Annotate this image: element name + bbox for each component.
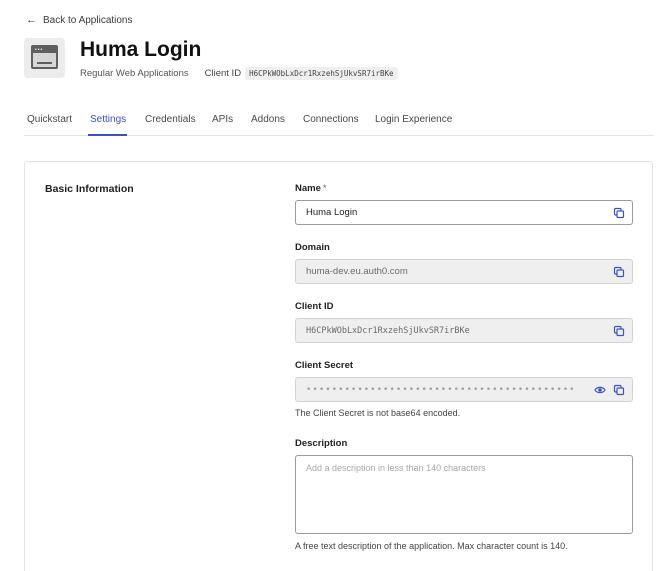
- eye-icon[interactable]: [594, 384, 606, 396]
- name-label-text: Name: [295, 183, 321, 194]
- copy-icon[interactable]: [613, 207, 625, 219]
- tab-connections[interactable]: Connections: [303, 114, 359, 125]
- tab-addons[interactable]: Addons: [251, 114, 285, 125]
- tab-credentials[interactable]: Credentials: [145, 114, 196, 125]
- tab-quickstart[interactable]: Quickstart: [27, 114, 72, 125]
- name-field[interactable]: Huma Login: [295, 200, 633, 225]
- client-secret-field[interactable]: ••••••••••••••••••••••••••••••••••••••••…: [295, 377, 633, 402]
- required-mark: *: [322, 183, 327, 194]
- section-title: Basic Information: [45, 183, 134, 195]
- client-id-label: Client ID: [204, 68, 242, 79]
- client-id-field-label: Client ID: [295, 301, 334, 312]
- client-secret-masked: ••••••••••••••••••••••••••••••••••••••••…: [306, 384, 576, 395]
- client-secret-label: Client Secret: [295, 360, 354, 371]
- client-id-value: H6CPkWObLxDcr1RxzehSjUkvSR7irBKe: [306, 325, 470, 336]
- copy-icon[interactable]: [613, 266, 625, 278]
- client-secret-note: The Client Secret is not base64 encoded.: [295, 408, 461, 418]
- app-type: Regular Web Applications: [80, 68, 189, 79]
- domain-field[interactable]: huma-dev.eu.auth0.com: [295, 259, 633, 284]
- copy-icon[interactable]: [613, 384, 625, 396]
- tab-login-experience[interactable]: Login Experience: [375, 114, 452, 125]
- name-value: Huma Login: [306, 207, 358, 218]
- back-link-label: Back to Applications: [43, 14, 133, 26]
- page-title: Huma Login: [80, 38, 202, 61]
- description-input[interactable]: [295, 455, 633, 534]
- domain-value: huma-dev.eu.auth0.com: [306, 266, 408, 277]
- active-tab-indicator: [88, 134, 127, 136]
- name-label: Name *: [295, 183, 327, 194]
- domain-label: Domain: [295, 242, 330, 253]
- copy-icon[interactable]: [613, 325, 625, 337]
- tab-bar: Quickstart Settings Credentials APIs Add…: [24, 106, 654, 136]
- application-window-icon: •••: [24, 38, 65, 78]
- back-to-applications-link[interactable]: ← Back to Applications: [26, 14, 133, 26]
- client-id-field[interactable]: H6CPkWObLxDcr1RxzehSjUkvSR7irBKe: [295, 318, 633, 343]
- description-help: A free text description of the applicati…: [295, 541, 568, 551]
- arrow-left-icon: ←: [26, 14, 37, 26]
- app-meta: Regular Web Applications Client ID H6CPk…: [80, 67, 398, 80]
- description-label: Description: [295, 438, 348, 449]
- tab-settings[interactable]: Settings: [90, 114, 126, 125]
- tab-apis[interactable]: APIs: [212, 114, 233, 125]
- client-id-badge: H6CPkWObLxDcr1RxzehSjUkvSR7irBKe: [245, 67, 398, 80]
